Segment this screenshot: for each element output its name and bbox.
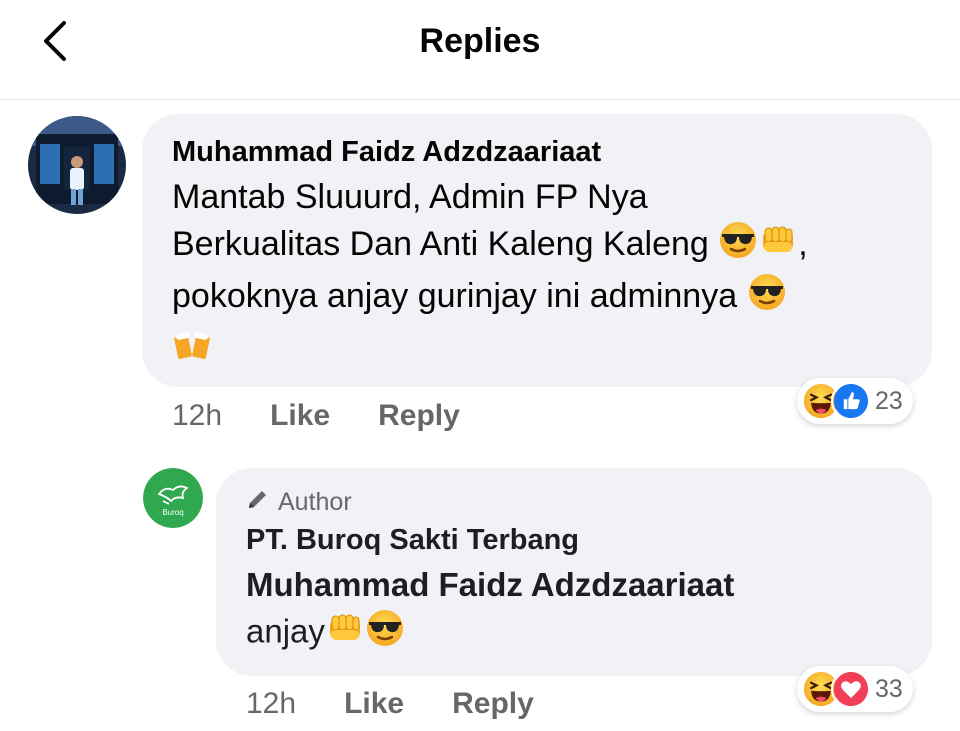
- timestamp: 12h: [246, 687, 297, 720]
- timestamp: 12h: [172, 399, 223, 432]
- reaction-count: 33: [875, 674, 903, 703]
- reply-button[interactable]: Reply: [378, 399, 460, 433]
- mention-link[interactable]: Muhammad Faidz Adzdzaariaat: [246, 562, 902, 608]
- author-badge: Author: [246, 486, 902, 518]
- comment-line: pokoknya anjay gurinjay ini adminnya: [172, 272, 902, 324]
- comment-bubble: Muhammad Faidz Adzdzaariaat Mantab Sluuu…: [142, 114, 932, 387]
- comment-author[interactable]: Muhammad Faidz Adzdzaariaat: [172, 134, 902, 170]
- sunglasses-emoji-icon: [747, 272, 787, 324]
- fist-emoji-icon: [758, 220, 798, 272]
- top-bar: Replies: [0, 0, 960, 100]
- reaction-summary[interactable]: 33: [797, 666, 913, 712]
- reply-actions: 12h Like Reply: [246, 684, 582, 724]
- pencil-icon: [246, 487, 270, 518]
- comment-line: Berkualitas Dan Anti Kaleng Kaleng ,: [172, 220, 902, 272]
- page-title: Replies: [419, 22, 541, 60]
- reaction-count: 23: [875, 386, 903, 415]
- author-badge-label: Author: [278, 487, 352, 516]
- comment-line: [172, 324, 902, 376]
- comment-line: Mantab Sluuurd, Admin FP Nya: [172, 178, 648, 216]
- reply-bubble: Author PT. Buroq Sakti Terbang Muhammad …: [216, 468, 932, 676]
- sunglasses-emoji-icon: [718, 220, 758, 272]
- reply-text: anjay: [246, 608, 902, 660]
- like-button[interactable]: Like: [270, 399, 330, 433]
- beer-mugs-emoji-icon: [172, 324, 212, 376]
- sunglasses-emoji-icon: [365, 608, 405, 660]
- page-avatar[interactable]: Buroq: [143, 468, 203, 528]
- svg-text:Buroq: Buroq: [162, 508, 183, 517]
- reply-button[interactable]: Reply: [452, 687, 534, 721]
- love-reaction-icon: [831, 669, 871, 709]
- reply-author[interactable]: PT. Buroq Sakti Terbang: [246, 520, 902, 560]
- like-reaction-icon: [831, 381, 871, 421]
- reaction-summary[interactable]: 23: [797, 378, 913, 424]
- fist-emoji-icon: [325, 608, 365, 660]
- comment-actions: 12h Like Reply: [172, 396, 508, 436]
- avatar[interactable]: [28, 116, 126, 214]
- like-button[interactable]: Like: [344, 687, 404, 721]
- comment-text: Mantab Sluuurd, Admin FP Nya Berkualitas…: [172, 174, 902, 376]
